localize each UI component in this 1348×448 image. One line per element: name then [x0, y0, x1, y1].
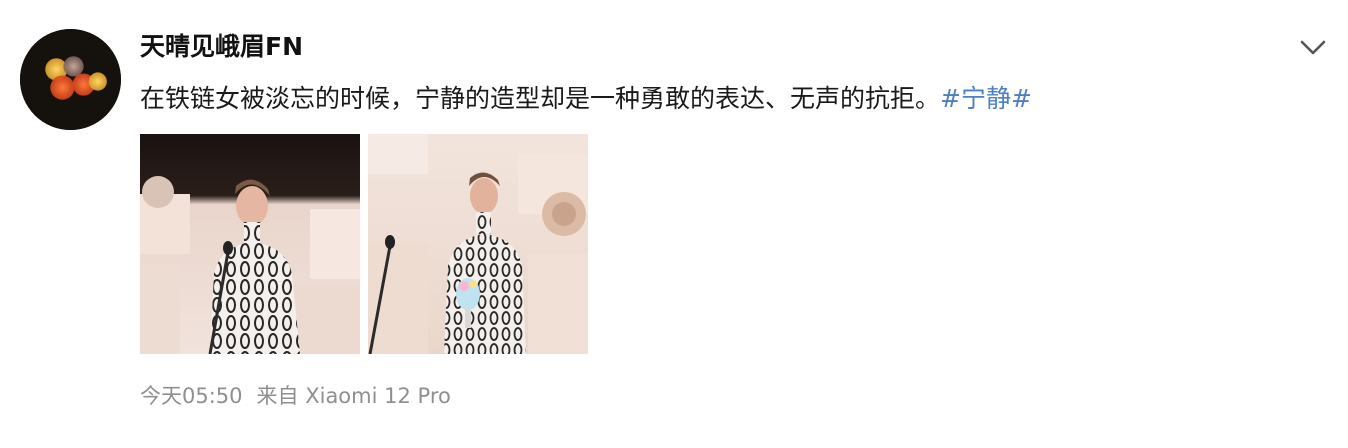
photo-2-image — [368, 134, 588, 354]
author-name[interactable]: 天晴见峨眉FN — [140, 29, 303, 65]
post-body: 在铁链女被淡忘的时候，宁静的造型却是一种勇敢的表达、无声的抗拒。#宁静# — [140, 80, 1032, 118]
post-text: 在铁链女被淡忘的时候，宁静的造型却是一种勇敢的表达、无声的抗拒。 — [140, 84, 941, 113]
post-menu-button[interactable] — [1298, 34, 1328, 62]
source-device: Xiaomi 12 Pro — [305, 384, 451, 408]
weibo-post: 天晴见峨眉FN 在铁链女被淡忘的时候，宁静的造型却是一种勇敢的表达、无声的抗拒。… — [0, 0, 1348, 448]
photo-2[interactable] — [368, 134, 588, 354]
post-meta: 今天05:50 来自 Xiaomi 12 Pro — [140, 380, 451, 412]
photo-1[interactable] — [140, 134, 360, 354]
photo-1-image — [140, 134, 360, 354]
avatar-image — [20, 29, 121, 130]
timestamp[interactable]: 今天05:50 — [140, 384, 243, 408]
chevron-down-icon — [1300, 40, 1326, 55]
source-prefix: 来自 — [256, 384, 299, 408]
hashtag-link[interactable]: #宁静# — [940, 84, 1032, 113]
avatar[interactable] — [20, 29, 121, 130]
